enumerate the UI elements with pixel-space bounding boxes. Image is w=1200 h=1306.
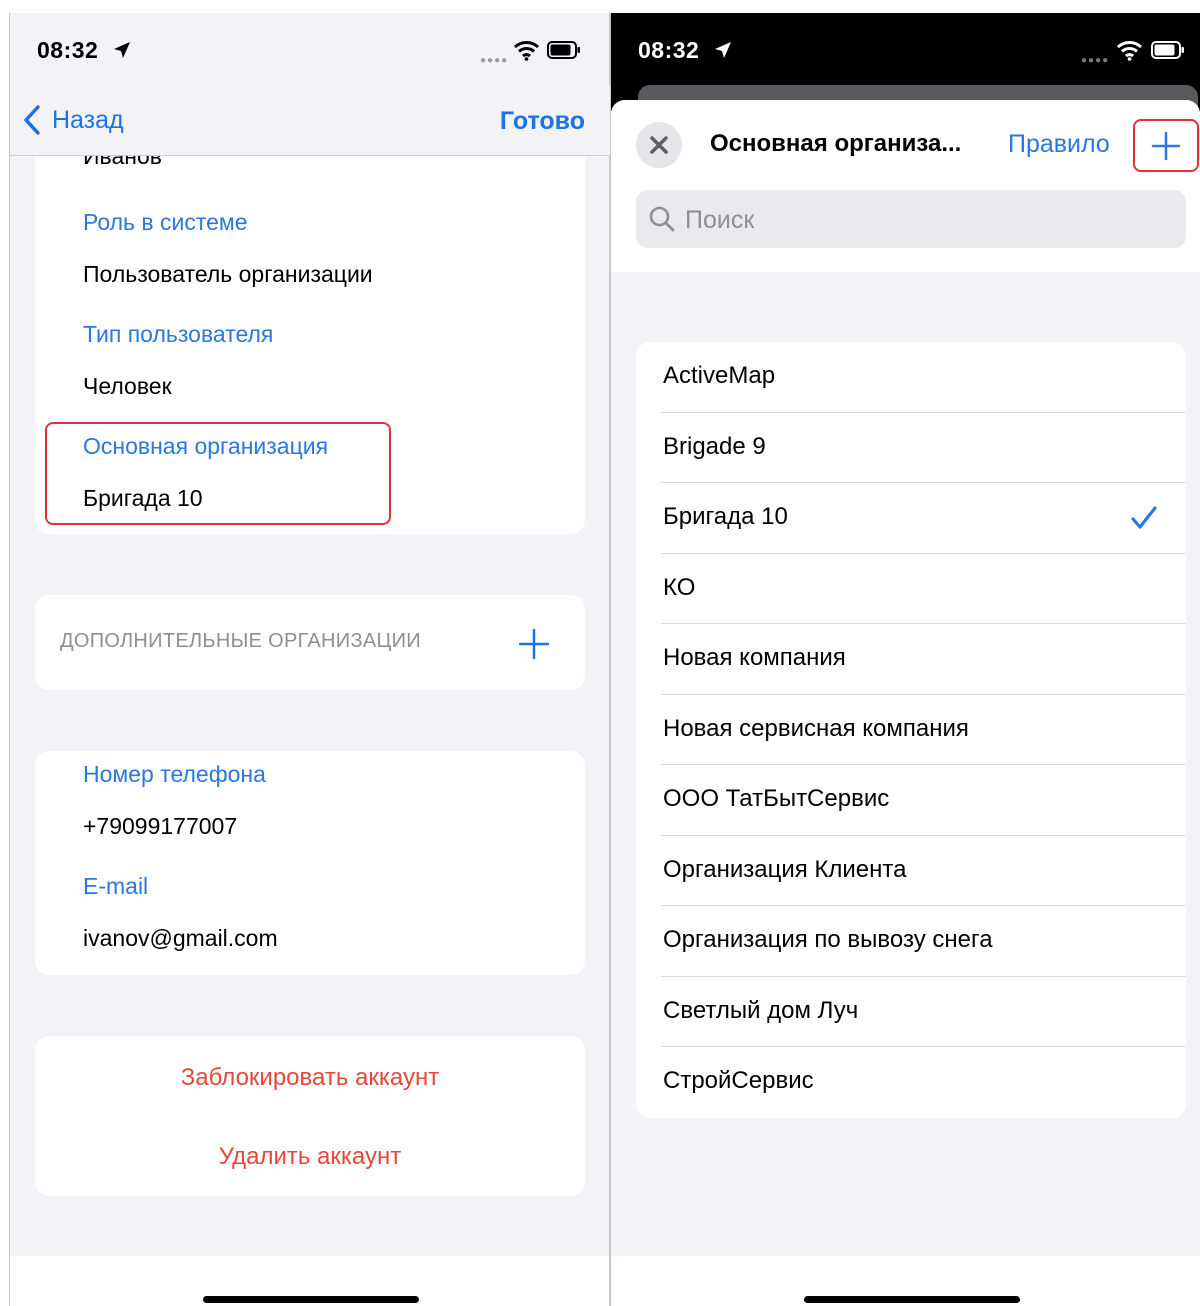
organization-row[interactable]: КО	[636, 554, 1186, 624]
organization-row[interactable]: Светлый дом Луч	[636, 977, 1186, 1047]
location-arrow-icon	[114, 42, 130, 58]
organization-name: Светлый дом Луч	[663, 996, 859, 1024]
user-type-label: Тип пользователя	[83, 321, 274, 347]
home-indicator-area	[611, 1256, 1200, 1306]
organization-row[interactable]: ООО ТатБытСервис	[636, 765, 1186, 836]
organization-row[interactable]: Бригада 10	[636, 483, 1186, 554]
account-actions-card: Заблокировать аккаунт Удалить аккаунт	[35, 1036, 585, 1196]
search-bar	[636, 190, 1186, 250]
main-organization-highlight	[45, 422, 391, 525]
done-button[interactable]: Готово	[500, 107, 585, 136]
organization-name: ООО ТатБытСервис	[663, 785, 890, 812]
organization-name: ActiveMap	[663, 362, 776, 389]
block-account-button[interactable]: Заблокировать аккаунт	[35, 1064, 585, 1092]
status-time: 08:32	[37, 37, 99, 63]
organization-row[interactable]: Новая сервисная компания	[636, 695, 1186, 765]
user-profile-screen: 08:32 ●●●● Назад Готово Иванов Роль в си…	[9, 13, 610, 1306]
user-type-value[interactable]: Человек	[83, 373, 172, 400]
wifi-icon	[513, 41, 540, 61]
role-value[interactable]: Пользователь организации	[83, 261, 373, 288]
sheet-title: Основная организа...	[710, 130, 962, 157]
email-label: E-mail	[83, 873, 149, 899]
cellular-signal-icon: ●●●●	[480, 55, 509, 66]
home-indicator[interactable]	[804, 1296, 1020, 1303]
organization-picker-screen: 08:32 ●●●● Основная организа... Правило	[611, 13, 1200, 1306]
additional-organizations-title: ДОПОЛНИТЕЛЬНЫЕ ОРГАНИЗАЦИИ	[60, 630, 421, 652]
organization-row[interactable]: СтройСервис	[636, 1047, 1186, 1118]
add-organization-plus-icon[interactable]	[519, 629, 549, 659]
organization-list: ActiveMap Brigade 9 Бригада 10 КО Новая комп…	[636, 342, 1186, 1118]
delete-account-button[interactable]: Удалить аккаунт	[35, 1143, 585, 1171]
search-icon	[649, 206, 675, 232]
organization-name: СтройСервис	[663, 1067, 814, 1094]
organization-sheet: Основная организа... Правило ActiveMap Br…	[611, 100, 1200, 1306]
organization-row[interactable]: Новая компания	[636, 624, 1186, 695]
edit-button[interactable]: Правило	[1008, 130, 1110, 159]
organization-row[interactable]: Организация по вывозу снега	[636, 906, 1186, 977]
sheet-header: Основная организа... Правило	[611, 100, 1200, 272]
home-indicator[interactable]	[203, 1296, 419, 1303]
checkmark-icon	[1131, 506, 1157, 529]
additional-organizations-card: ДОПОЛНИТЕЛЬНЫЕ ОРГАНИЗАЦИИ	[35, 595, 585, 690]
battery-icon	[547, 41, 580, 59]
plus-icon	[1151, 131, 1181, 160]
navigation-bar: Назад Готово	[10, 85, 610, 156]
organization-row[interactable]: Организация Клиента	[636, 836, 1186, 906]
close-button[interactable]	[636, 122, 682, 168]
close-icon	[650, 136, 668, 154]
contacts-card: Номер телефона +79099177007 E-mail ivano…	[35, 751, 585, 975]
organization-row[interactable]: ActiveMap	[636, 342, 1186, 413]
role-label: Роль в системе	[83, 209, 248, 235]
phone-label: Номер телефона	[83, 761, 266, 787]
organization-name: Организация по вывозу снега	[663, 926, 993, 953]
organization-row[interactable]: Brigade 9	[636, 413, 1186, 483]
search-input[interactable]	[683, 190, 1167, 250]
phone-value[interactable]: +79099177007	[83, 813, 237, 840]
add-organization-button[interactable]	[1133, 119, 1199, 172]
back-button-label: Назад	[52, 105, 124, 134]
home-indicator-area	[10, 1256, 610, 1306]
organization-name: Бригада 10	[663, 503, 788, 530]
organization-name: Организация Клиента	[663, 855, 907, 883]
organization-name: Brigade 9	[663, 432, 766, 460]
cellular-signal-icon: ●●●●	[1081, 55, 1110, 66]
battery-icon	[1151, 41, 1184, 59]
chevron-left-icon	[24, 105, 40, 135]
organization-name: Новая компания	[663, 644, 846, 671]
status-bar: 08:32 ●●●●	[10, 13, 610, 85]
wifi-icon	[1116, 41, 1143, 61]
organization-name: КО	[663, 573, 696, 601]
email-value[interactable]: ivanov@gmail.com	[83, 925, 278, 952]
organization-name: Новая сервисная компания	[663, 714, 969, 742]
location-arrow-icon	[715, 42, 731, 58]
back-button[interactable]: Назад	[22, 103, 124, 137]
status-bar: 08:32 ●●●●	[611, 13, 1200, 85]
status-time: 08:32	[638, 37, 700, 63]
